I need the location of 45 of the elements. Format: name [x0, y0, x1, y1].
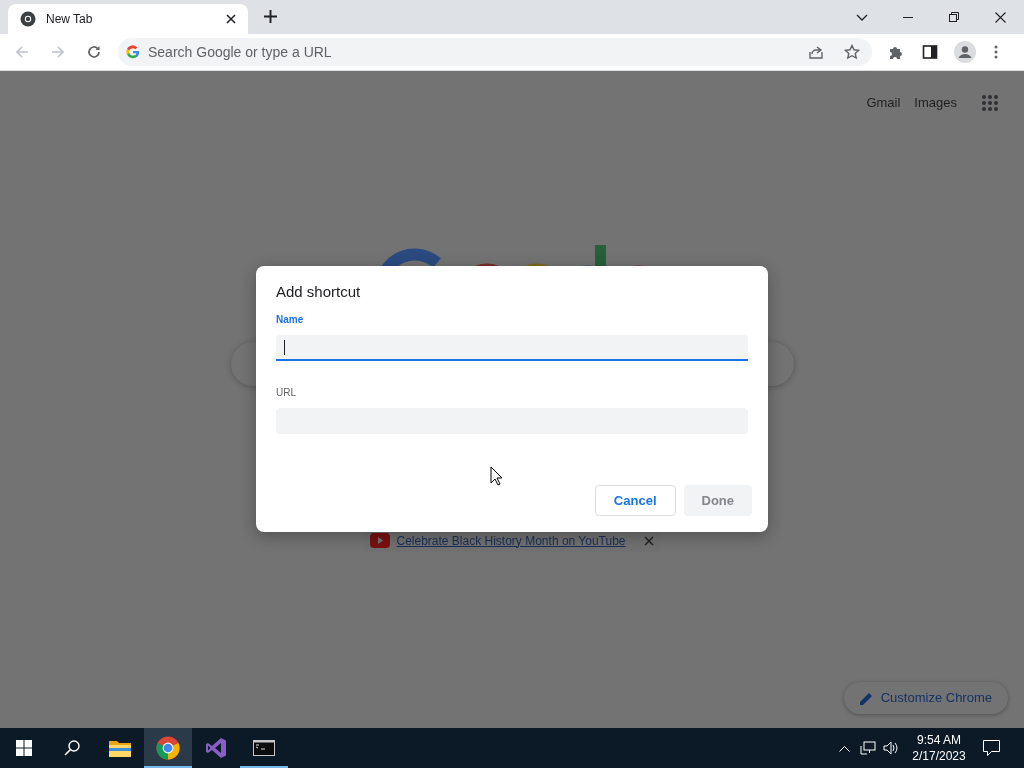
- star-icon[interactable]: [844, 44, 860, 60]
- chrome-icon: [156, 736, 180, 760]
- header-link[interactable]: Gmail: [866, 93, 901, 113]
- promo-link[interactable]: Celebrate Black History Month on YouTube: [396, 531, 626, 550]
- profile-icon[interactable]: [954, 41, 976, 63]
- puzzle-icon[interactable]: [888, 44, 904, 60]
- visual-studio-icon: [205, 737, 227, 759]
- chevron-up-icon[interactable]: [839, 744, 850, 752]
- play-icon: [370, 533, 391, 548]
- reload-icon[interactable]: [86, 44, 102, 60]
- close-window-icon[interactable]: [995, 11, 1006, 23]
- search-icon[interactable]: [64, 740, 80, 756]
- google-icon: [126, 45, 140, 59]
- browser-tab[interactable]: New Tab: [8, 4, 248, 34]
- tab-search-icon[interactable]: [856, 13, 868, 21]
- apps-grid-icon[interactable]: [981, 93, 999, 112]
- tab-title: New Tab: [46, 11, 94, 28]
- pencil-icon: [859, 691, 873, 705]
- customize-chrome-button[interactable]: Customize Chrome: [843, 682, 1008, 714]
- terminal-icon: [253, 740, 275, 756]
- taskbar-app[interactable]: [144, 728, 192, 768]
- dialog-button[interactable]: Cancel: [594, 485, 676, 516]
- clock-date: 2/17/2023: [912, 748, 966, 764]
- menu-icon[interactable]: [994, 45, 998, 59]
- restore-icon[interactable]: [949, 12, 959, 22]
- field-label: URL: [276, 387, 297, 399]
- volume-icon[interactable]: [883, 741, 899, 755]
- chrome-icon: [20, 11, 36, 27]
- text-cursor: [284, 339, 285, 355]
- side-panel-icon[interactable]: [922, 44, 938, 60]
- close-icon[interactable]: [226, 14, 236, 24]
- notification-icon[interactable]: [983, 740, 1000, 756]
- network-icon[interactable]: [860, 741, 876, 755]
- minimize-icon[interactable]: [903, 16, 913, 18]
- field-label: Name: [276, 314, 305, 326]
- clock-time: 9:54 AM: [917, 732, 961, 748]
- new-tab-icon[interactable]: [264, 10, 277, 23]
- header-link[interactable]: Images: [914, 93, 957, 113]
- windows-start-icon[interactable]: [16, 740, 32, 756]
- folder-icon: [109, 739, 131, 757]
- text-field[interactable]: [276, 335, 748, 361]
- mouse-pointer-icon: [490, 466, 503, 486]
- dialog-title: Add shortcut: [276, 284, 362, 300]
- address-bar[interactable]: Search Google or type a URL: [118, 38, 872, 66]
- share-icon[interactable]: [808, 44, 824, 60]
